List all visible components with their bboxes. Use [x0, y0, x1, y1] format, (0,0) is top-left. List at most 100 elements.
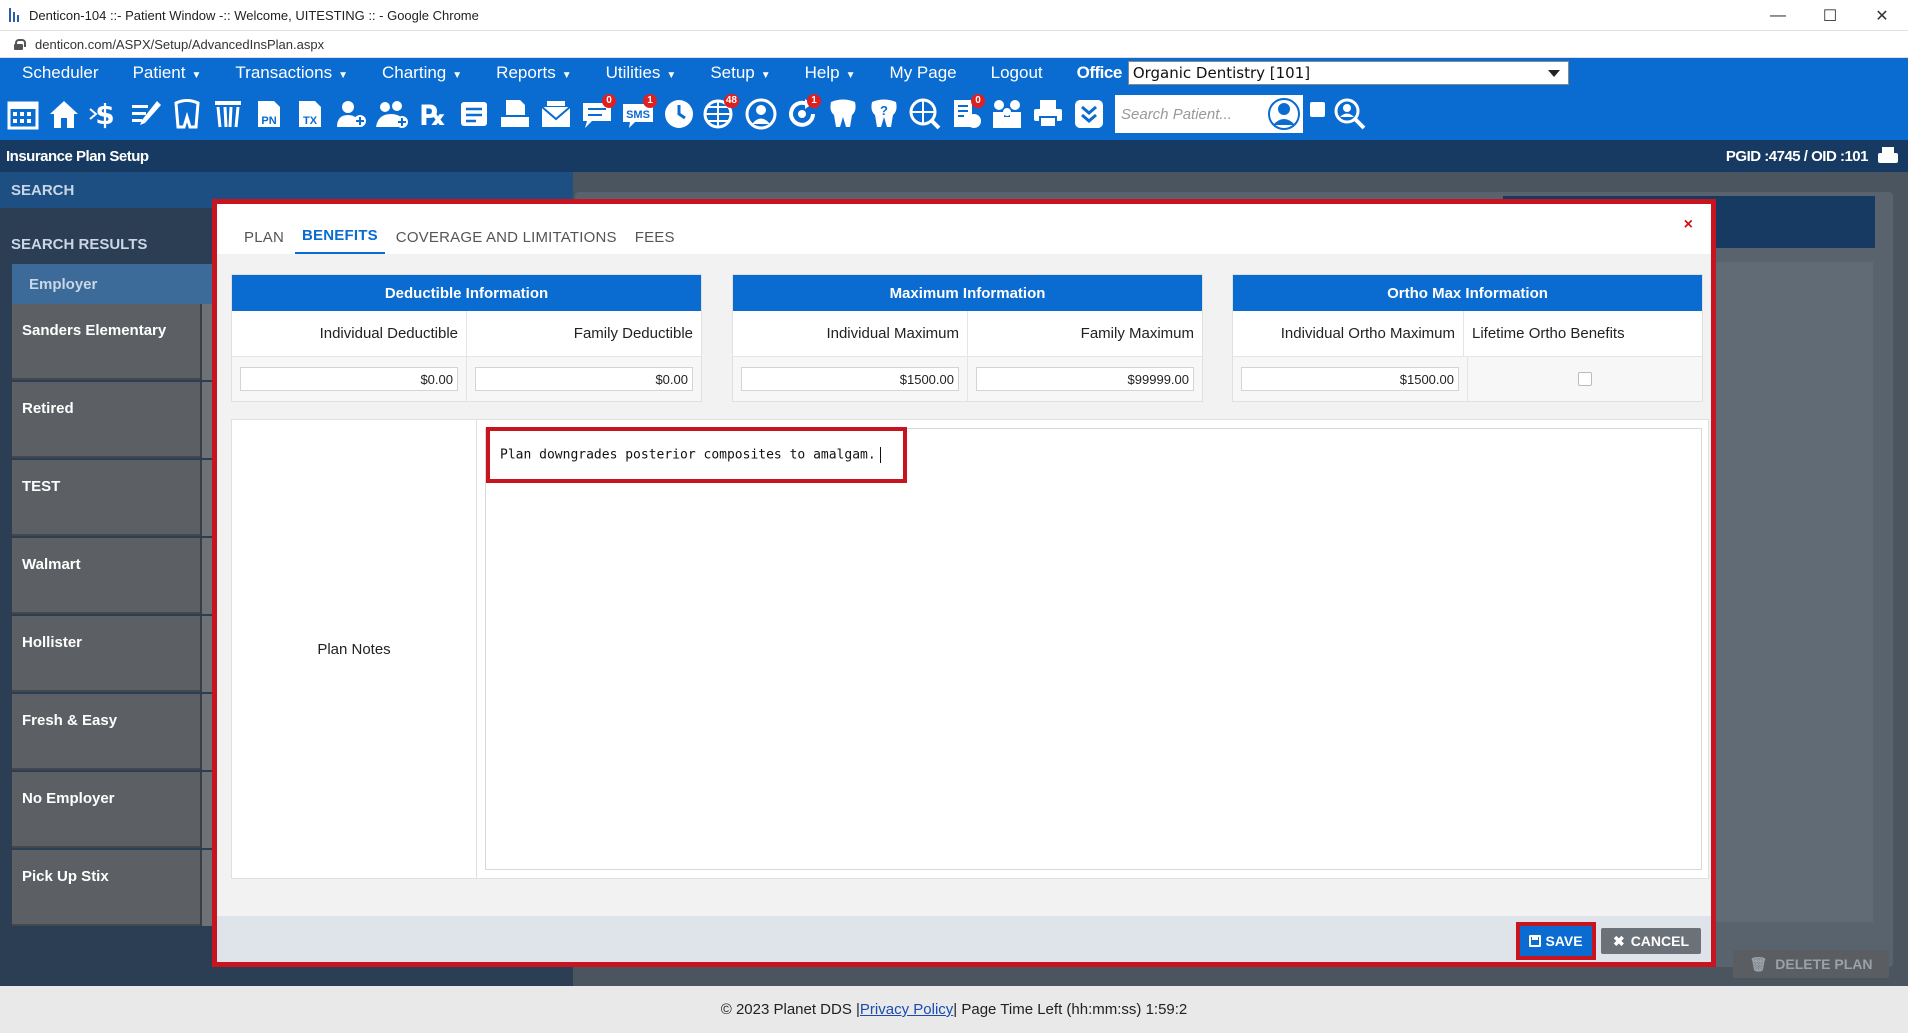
- calendar-icon[interactable]: [4, 94, 42, 134]
- cancel-button[interactable]: ✖ CANCEL: [1601, 928, 1701, 954]
- sync-icon[interactable]: 1: [783, 94, 821, 134]
- url-text[interactable]: denticon.com/ASPX/Setup/AdvancedInsPlan.…: [35, 37, 324, 52]
- patient-search-input[interactable]: Search Patient...: [1115, 95, 1265, 133]
- table-row[interactable]: Walmart: [12, 538, 212, 614]
- printer-icon[interactable]: [1029, 94, 1067, 134]
- office-select[interactable]: Organic Dentistry [101]: [1127, 61, 1569, 85]
- address-bar[interactable]: denticon.com/ASPX/Setup/AdvancedInsPlan.…: [0, 31, 1908, 58]
- family-icon[interactable]: [988, 94, 1026, 134]
- scan-icon[interactable]: [496, 94, 534, 134]
- checkbox-icon[interactable]: [1306, 94, 1328, 134]
- message-icon[interactable]: 0: [578, 94, 616, 134]
- individual-ortho-maximum-label: Individual Ortho Maximum: [1233, 311, 1464, 356]
- dollar-icon[interactable]: $: [86, 94, 124, 134]
- add-family-icon[interactable]: [373, 94, 411, 134]
- table-row[interactable]: TEST: [12, 460, 212, 536]
- progress-notes-icon[interactable]: PN: [250, 94, 288, 134]
- clock-icon[interactable]: [660, 94, 698, 134]
- chevron-down-icon: ▼: [338, 70, 348, 81]
- close-window-button[interactable]: ✕: [1856, 0, 1908, 31]
- menu-patient[interactable]: Patient ▼: [133, 63, 202, 83]
- perio-icon[interactable]: [209, 94, 247, 134]
- patient-avatar-icon[interactable]: [1265, 95, 1303, 133]
- menu-logout[interactable]: Logout: [991, 63, 1043, 83]
- table-row[interactable]: Hollister: [12, 616, 212, 692]
- home-icon[interactable]: [45, 94, 83, 134]
- menu-my-page[interactable]: My Page: [890, 63, 957, 83]
- ortho-max-header: Ortho Max Information: [1233, 275, 1702, 311]
- edit-notes-icon[interactable]: [127, 94, 165, 134]
- claims-icon[interactable]: 0: [947, 94, 985, 134]
- sync-badge: 1: [807, 94, 821, 108]
- chevron-down-icon: ▼: [666, 70, 677, 81]
- table-row[interactable]: Sanders Elementary: [12, 304, 212, 380]
- page-title: Insurance Plan Setup: [6, 147, 149, 165]
- page-time-left: | Page Time Left (hh:mm:ss) 1:59:2: [953, 1001, 1188, 1018]
- family-maximum-input[interactable]: $99999.00: [976, 367, 1194, 391]
- sms-badge: 1: [643, 94, 657, 108]
- delete-plan-button[interactable]: 🗑 DELETE PLAN: [1733, 950, 1889, 978]
- globe-search-icon[interactable]: [906, 94, 944, 134]
- icon-toolbar: $ PN TX ℞ 0 SMS 1 48 1 ? 0 Search Patient…: [0, 88, 1908, 140]
- document-list-icon[interactable]: [455, 94, 493, 134]
- family-maximum-label: Family Maximum: [1080, 325, 1194, 342]
- close-icon[interactable]: ×: [1684, 216, 1693, 234]
- menu-transactions[interactable]: Transactions ▼: [235, 63, 348, 83]
- table-row[interactable]: Fresh & Easy: [12, 694, 212, 770]
- page-footer: © 2023 Planet DDS | Privacy Policy | Pag…: [0, 986, 1908, 1033]
- modal-tabs: PLAN BENEFITS COVERAGE AND LIMITATIONS F…: [217, 204, 1711, 254]
- table-row[interactable]: No Employer: [12, 772, 212, 848]
- svg-text:$: $: [95, 98, 114, 131]
- svg-text:?: ?: [880, 103, 888, 118]
- chevron-down-icon: ▼: [191, 70, 202, 81]
- menu-utilities[interactable]: Utilities ▼: [606, 63, 677, 83]
- menu-help[interactable]: Help ▼: [805, 63, 856, 83]
- tab-plan[interactable]: PLAN: [237, 229, 291, 254]
- print-icon[interactable]: [1878, 147, 1898, 165]
- minimize-button[interactable]: —: [1752, 0, 1804, 31]
- svg-text:PN: PN: [261, 115, 276, 127]
- main-menu: Scheduler Patient ▼ Transactions ▼ Chartin…: [0, 58, 1908, 88]
- menu-scheduler[interactable]: Scheduler: [22, 63, 99, 83]
- lock-icon: [14, 38, 26, 50]
- chevron-down-icon: ▼: [452, 70, 463, 81]
- tooth-icon[interactable]: [824, 94, 862, 134]
- individual-deductible-input[interactable]: $0.00: [240, 367, 458, 391]
- individual-maximum-input[interactable]: $1500.00: [741, 367, 959, 391]
- menu-reports[interactable]: Reports ▼: [496, 63, 571, 83]
- add-patient-icon[interactable]: [332, 94, 370, 134]
- tab-fees[interactable]: FEES: [628, 229, 682, 254]
- advanced-search-icon[interactable]: [1331, 94, 1369, 134]
- family-deductible-input[interactable]: $0.00: [475, 367, 693, 391]
- menu-setup[interactable]: Setup ▼: [710, 63, 770, 83]
- window-title: Denticon-104 ::- Patient Window -:: Welc…: [29, 7, 479, 23]
- family-deductible-label: Family Deductible: [573, 325, 693, 342]
- plan-notes-textarea[interactable]: Plan downgrades posterior composites to …: [485, 427, 1702, 870]
- browser-titlebar: Denticon-104 ::- Patient Window -:: Welc…: [0, 0, 1908, 31]
- web-icon[interactable]: 48: [701, 94, 739, 134]
- save-button[interactable]: SAVE: [1516, 922, 1596, 960]
- sms-icon[interactable]: SMS 1: [619, 94, 657, 134]
- claims-badge: 0: [971, 94, 985, 108]
- privacy-policy-link[interactable]: Privacy Policy: [860, 1001, 953, 1018]
- dropdown-arrow-icon: [1547, 69, 1560, 77]
- table-row[interactable]: Pick Up Stix: [12, 850, 212, 926]
- prescription-icon[interactable]: ℞: [414, 94, 452, 134]
- tab-benefits[interactable]: BENEFITS: [295, 227, 385, 254]
- mail-icon[interactable]: [537, 94, 575, 134]
- table-row[interactable]: Retired: [12, 382, 212, 458]
- individual-ortho-maximum-input[interactable]: $1500.00: [1241, 367, 1459, 391]
- help-tooth-icon[interactable]: ?: [865, 94, 903, 134]
- plan-notes-label: Plan Notes: [232, 420, 477, 878]
- patient-portal-icon[interactable]: [742, 94, 780, 134]
- office-label: Office: [1076, 63, 1123, 82]
- lifetime-ortho-benefits-checkbox[interactable]: [1578, 372, 1592, 386]
- trash-icon: 🗑: [1749, 955, 1768, 972]
- plan-notes-text: Plan downgrades posterior composites to …: [500, 447, 881, 463]
- menu-charting[interactable]: Charting ▼: [382, 63, 462, 83]
- collapse-icon[interactable]: [1070, 94, 1108, 134]
- treatment-plan-icon[interactable]: TX: [291, 94, 329, 134]
- tooth-chart-icon[interactable]: [168, 94, 206, 134]
- maximize-button[interactable]: ☐: [1804, 0, 1856, 31]
- tab-coverage-and-limitations[interactable]: COVERAGE AND LIMITATIONS: [389, 229, 624, 254]
